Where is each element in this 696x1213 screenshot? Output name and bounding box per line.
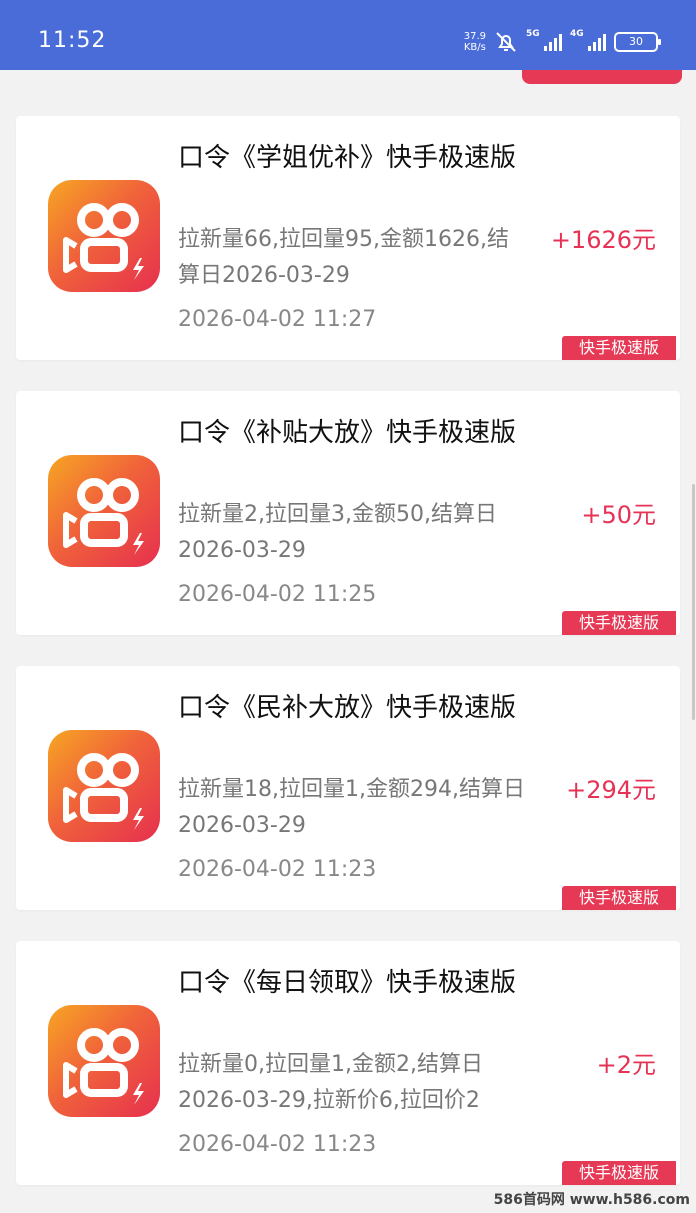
status-icons: 37.9 KB/s 5G 4G 30 — [464, 26, 661, 58]
record-card[interactable]: 口令《民补大放》快手极速版 拉新量18,拉回量1,金额294,结算日2026-0… — [16, 666, 680, 910]
battery-icon: 30 — [614, 32, 661, 52]
signal-4g-icon: 4G — [570, 29, 606, 51]
record-amount: +2元 — [596, 1051, 656, 1079]
kuaishou-app-icon — [48, 455, 160, 567]
record-description: 拉新量18,拉回量1,金额294,结算日2026-03-29 — [178, 777, 525, 838]
bell-muted-icon — [496, 32, 516, 52]
watermark: 586首码网 www.h586.com — [493, 1192, 690, 1208]
signal-4g-label: 4G — [570, 29, 584, 39]
signal-5g-label: 5G — [526, 29, 540, 39]
record-time: 2026-04-02 11:23 — [178, 1132, 377, 1157]
record-title: 口令《补贴大放》快手极速版 — [178, 418, 517, 448]
record-card[interactable]: 口令《每日领取》快手极速版 拉新量0,拉回量1,金额2,结算日2026-03-2… — [16, 941, 680, 1185]
previous-card-tag — [522, 70, 682, 84]
status-bar: 11:52 37.9 KB/s 5G 4G 30 — [0, 0, 696, 70]
kuaishou-app-icon — [48, 180, 160, 292]
record-description: 拉新量0,拉回量1,金额2,结算日2026-03-29,拉新价6,拉回价2 — [178, 1052, 483, 1113]
status-time: 11:52 — [38, 28, 107, 53]
scrollbar[interactable] — [692, 484, 695, 720]
record-amount: +294元 — [566, 776, 656, 804]
record-card[interactable]: 口令《学姐优补》快手极速版 拉新量66,拉回量95,金额1626,结算日2026… — [16, 116, 680, 360]
network-speed-value: 37.9 — [463, 31, 486, 42]
kuaishou-app-icon — [48, 1005, 160, 1117]
signal-5g-icon: 5G — [526, 29, 562, 51]
record-time: 2026-04-02 11:23 — [178, 857, 377, 882]
record-description: 拉新量2,拉回量3,金额50,结算日2026-03-29 — [178, 502, 497, 563]
network-speed-unit: KB/s — [463, 42, 486, 53]
app-tag: 快手极速版 — [562, 1161, 676, 1185]
kuaishou-app-icon — [48, 730, 160, 842]
record-amount: +50元 — [581, 501, 656, 529]
app-tag: 快手极速版 — [562, 886, 676, 910]
app-tag: 快手极速版 — [562, 336, 676, 360]
record-card[interactable]: 口令《补贴大放》快手极速版 拉新量2,拉回量3,金额50,结算日2026-03-… — [16, 391, 680, 635]
record-title: 口令《民补大放》快手极速版 — [178, 693, 517, 723]
record-title: 口令《每日领取》快手极速版 — [178, 968, 517, 998]
record-amount: +1626元 — [550, 226, 656, 254]
app-tag: 快手极速版 — [562, 611, 676, 635]
record-time: 2026-04-02 11:27 — [178, 307, 377, 332]
record-time: 2026-04-02 11:25 — [178, 582, 377, 607]
record-description: 拉新量66,拉回量95,金额1626,结算日2026-03-29 — [178, 227, 509, 288]
network-speed: 37.9 KB/s — [464, 31, 486, 53]
record-title: 口令《学姐优补》快手极速版 — [178, 143, 517, 173]
